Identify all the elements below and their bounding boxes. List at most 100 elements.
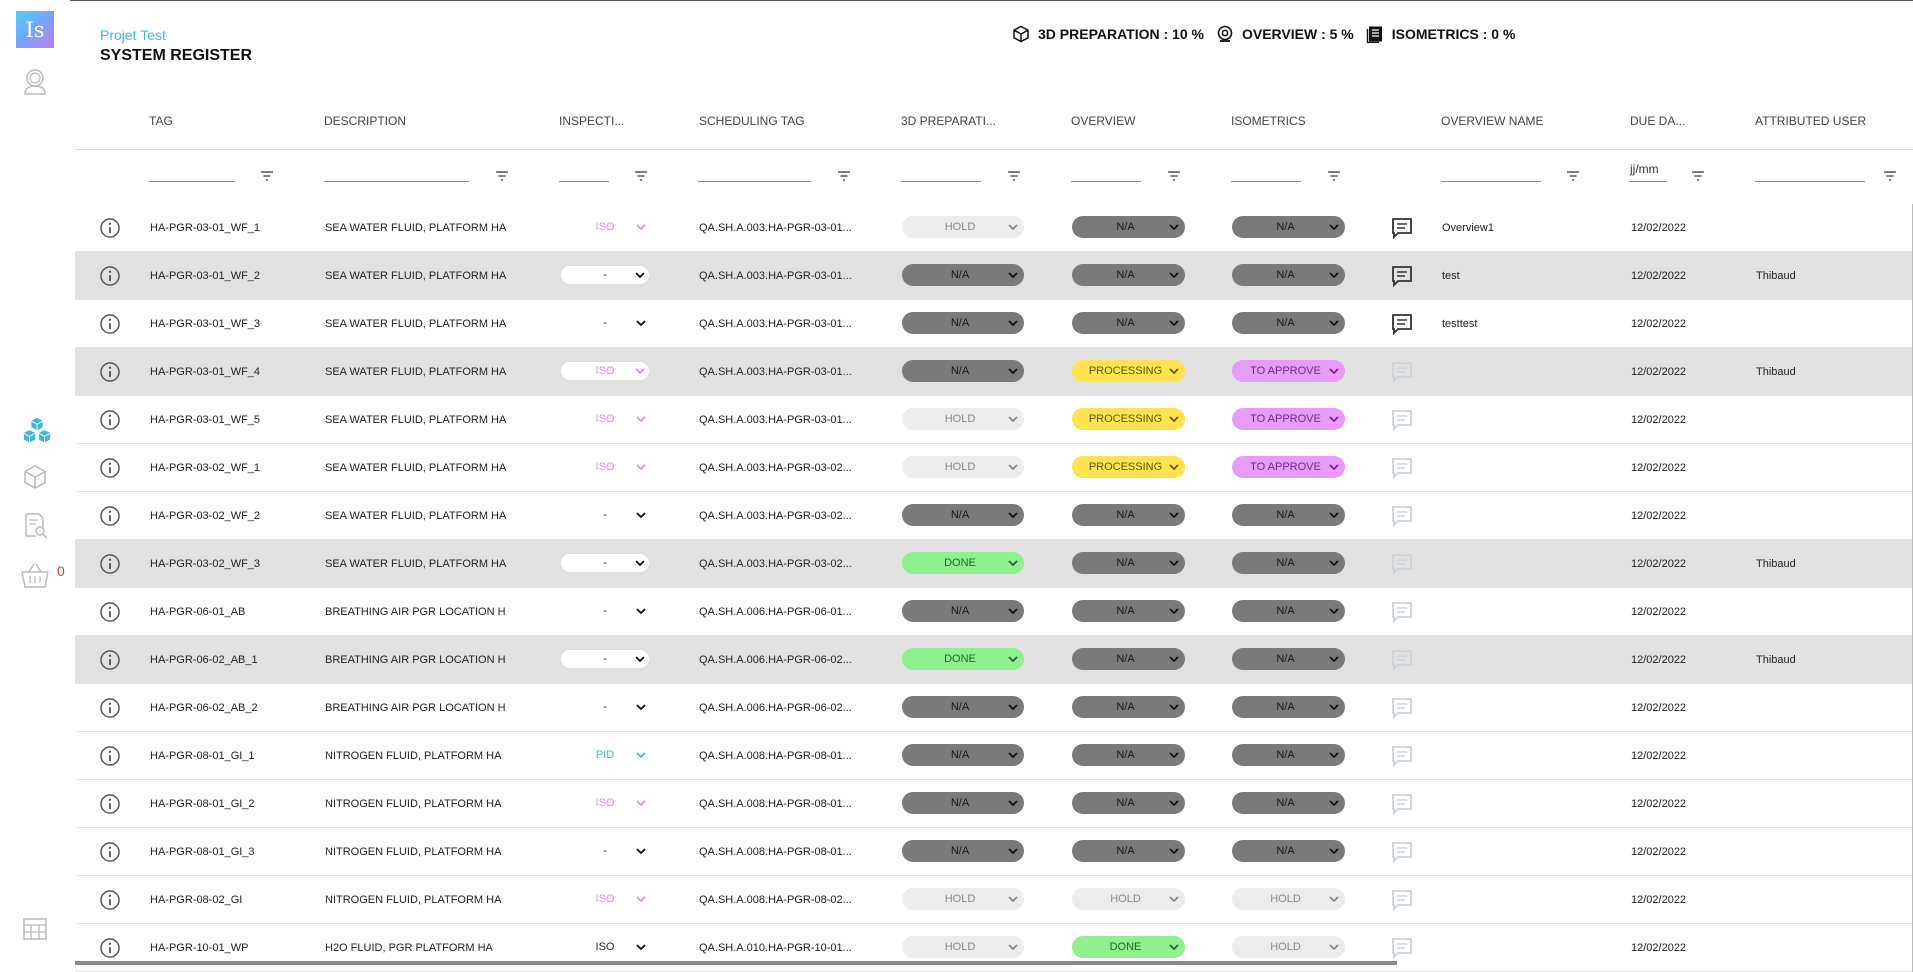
3d-preparation-select[interactable]: HOLD (902, 936, 1024, 958)
inspection-select[interactable]: ISO (560, 937, 650, 957)
info-icon[interactable] (99, 889, 121, 914)
filter-isometrics-input[interactable] (1231, 181, 1301, 182)
filter-icon[interactable] (495, 169, 509, 187)
table-row[interactable]: HA-PGR-08-01_GI_2 NITROGEN FLUID, PLATFOR… (75, 780, 1912, 828)
inspection-select[interactable]: - (560, 313, 650, 333)
comment-icon[interactable] (1391, 697, 1413, 722)
3d-preparation-select[interactable]: HOLD (902, 408, 1024, 430)
isometrics-select[interactable]: N/A (1232, 216, 1345, 238)
3d-preparation-select[interactable]: N/A (902, 504, 1024, 526)
filter-icon[interactable] (1007, 169, 1021, 187)
3d-preparation-select[interactable]: N/A (902, 744, 1024, 766)
filter-icon[interactable] (1883, 169, 1897, 187)
overview-select[interactable]: HOLD (1072, 888, 1185, 910)
info-icon[interactable] (99, 745, 121, 770)
isometrics-select[interactable]: N/A (1232, 792, 1345, 814)
table-row[interactable]: HA-PGR-08-01_GI_1 NITROGEN FLUID, PLATFOR… (75, 732, 1912, 780)
inspection-select[interactable]: ISO (560, 217, 650, 237)
table-row[interactable]: HA-PGR-06-02_AB_1 BREATHING AIR PGR LOCAT… (75, 636, 1912, 684)
horizontal-scrollbar[interactable] (75, 961, 1397, 965)
table-row[interactable]: HA-PGR-03-01_WF_2 SEA WATER FLUID, PLATFO… (75, 252, 1912, 300)
overview-select[interactable]: N/A (1072, 648, 1185, 670)
filter-inspection-input[interactable] (559, 181, 609, 182)
comment-icon[interactable] (1391, 841, 1413, 866)
col-overview[interactable]: OVERVIEW (1071, 114, 1135, 128)
comment-icon[interactable] (1391, 217, 1413, 242)
table-row[interactable]: HA-PGR-08-01_GI_3 NITROGEN FLUID, PLATFOR… (75, 828, 1912, 876)
inspection-select[interactable]: ISO (560, 889, 650, 909)
3d-preparation-select[interactable]: HOLD (902, 216, 1024, 238)
document-search-icon[interactable] (20, 510, 50, 540)
table-row[interactable]: HA-PGR-03-02_WF_2 SEA WATER FLUID, PLATFO… (75, 492, 1912, 540)
3d-preparation-select[interactable]: DONE (902, 552, 1024, 574)
filter-user-input[interactable] (1755, 181, 1865, 182)
inspection-select[interactable]: - (560, 601, 650, 621)
info-icon[interactable] (99, 505, 121, 530)
3d-preparation-select[interactable]: N/A (902, 360, 1024, 382)
3d-preparation-select[interactable]: HOLD (902, 888, 1024, 910)
project-name[interactable]: Projet Test (100, 27, 166, 43)
inspection-select[interactable]: - (560, 841, 650, 861)
isometrics-select[interactable]: N/A (1232, 648, 1345, 670)
table-row[interactable]: HA-PGR-06-01_AB BREATHING AIR PGR LOCATIO… (75, 588, 1912, 636)
overview-select[interactable]: N/A (1072, 504, 1185, 526)
table-icon[interactable] (20, 914, 50, 944)
overview-select[interactable]: N/A (1072, 312, 1185, 334)
info-icon[interactable] (99, 649, 121, 674)
comment-icon[interactable] (1391, 889, 1413, 914)
info-icon[interactable] (99, 697, 121, 722)
col-attributed-user[interactable]: ATTRIBUTED USER (1755, 114, 1866, 128)
info-icon[interactable] (99, 361, 121, 386)
table-row[interactable]: HA-PGR-03-01_WF_4 SEA WATER FLUID, PLATFO… (75, 348, 1912, 396)
inspection-select[interactable]: ISO (560, 409, 650, 429)
comment-icon[interactable] (1391, 457, 1413, 482)
inspection-select[interactable]: ISO (560, 361, 650, 381)
comment-icon[interactable] (1391, 745, 1413, 770)
info-icon[interactable] (99, 793, 121, 818)
col-overview-name[interactable]: OVERVIEW NAME (1441, 114, 1543, 128)
3d-preparation-select[interactable]: N/A (902, 840, 1024, 862)
col-inspection[interactable]: INSPECTI... (559, 114, 624, 128)
overview-select[interactable]: PROCESSING (1072, 360, 1185, 382)
3d-preparation-select[interactable]: N/A (902, 600, 1024, 622)
overview-select[interactable]: N/A (1072, 216, 1185, 238)
table-row[interactable]: HA-PGR-03-01_WF_5 SEA WATER FLUID, PLATFO… (75, 396, 1912, 444)
info-icon[interactable] (99, 265, 121, 290)
3d-preparation-select[interactable]: N/A (902, 696, 1024, 718)
comment-icon[interactable] (1391, 601, 1413, 626)
filter-overview-name-input[interactable] (1441, 181, 1541, 182)
3d-preparation-select[interactable]: HOLD (902, 456, 1024, 478)
isometrics-select[interactable]: TO APPROVE (1232, 456, 1345, 478)
inspection-select[interactable]: - (560, 697, 650, 717)
overview-select[interactable]: N/A (1072, 264, 1185, 286)
3d-preparation-select[interactable]: N/A (902, 264, 1024, 286)
inspection-select[interactable]: ISO (560, 793, 650, 813)
isometrics-select[interactable]: N/A (1232, 504, 1345, 526)
filter-icon[interactable] (1327, 169, 1341, 187)
filter-icon[interactable] (1691, 169, 1705, 187)
filter-icon[interactable] (260, 169, 274, 187)
table-row[interactable]: HA-PGR-03-02_WF_1 SEA WATER FLUID, PLATFO… (75, 444, 1912, 492)
isometrics-select[interactable]: HOLD (1232, 936, 1345, 958)
col-scheduling-tag[interactable]: SCHEDULING TAG (699, 114, 805, 128)
comment-icon[interactable] (1391, 553, 1413, 578)
filter-icon[interactable] (1566, 169, 1580, 187)
table-row[interactable]: HA-PGR-03-01_WF_3 SEA WATER FLUID, PLATFO… (75, 300, 1912, 348)
isometrics-select[interactable]: N/A (1232, 744, 1345, 766)
overview-select[interactable]: N/A (1072, 792, 1185, 814)
info-icon[interactable] (99, 841, 121, 866)
comment-icon[interactable] (1391, 937, 1413, 962)
overview-select[interactable]: N/A (1072, 840, 1185, 862)
inspection-select[interactable]: PID (560, 745, 650, 765)
filter-due-date-input[interactable] (1630, 181, 1666, 182)
filter-description-input[interactable] (324, 181, 469, 182)
isometrics-select[interactable]: HOLD (1232, 888, 1345, 910)
table-row[interactable]: HA-PGR-06-02_AB_2 BREATHING AIR PGR LOCAT… (75, 684, 1912, 732)
comment-icon[interactable] (1391, 361, 1413, 386)
isometrics-select[interactable]: N/A (1232, 264, 1345, 286)
overview-select[interactable]: N/A (1072, 552, 1185, 574)
filter-tag-input[interactable] (149, 181, 234, 182)
isometrics-select[interactable]: N/A (1232, 696, 1345, 718)
col-3d-preparation[interactable]: 3D PREPARATI... (901, 114, 996, 128)
3d-preparation-select[interactable]: N/A (902, 312, 1024, 334)
